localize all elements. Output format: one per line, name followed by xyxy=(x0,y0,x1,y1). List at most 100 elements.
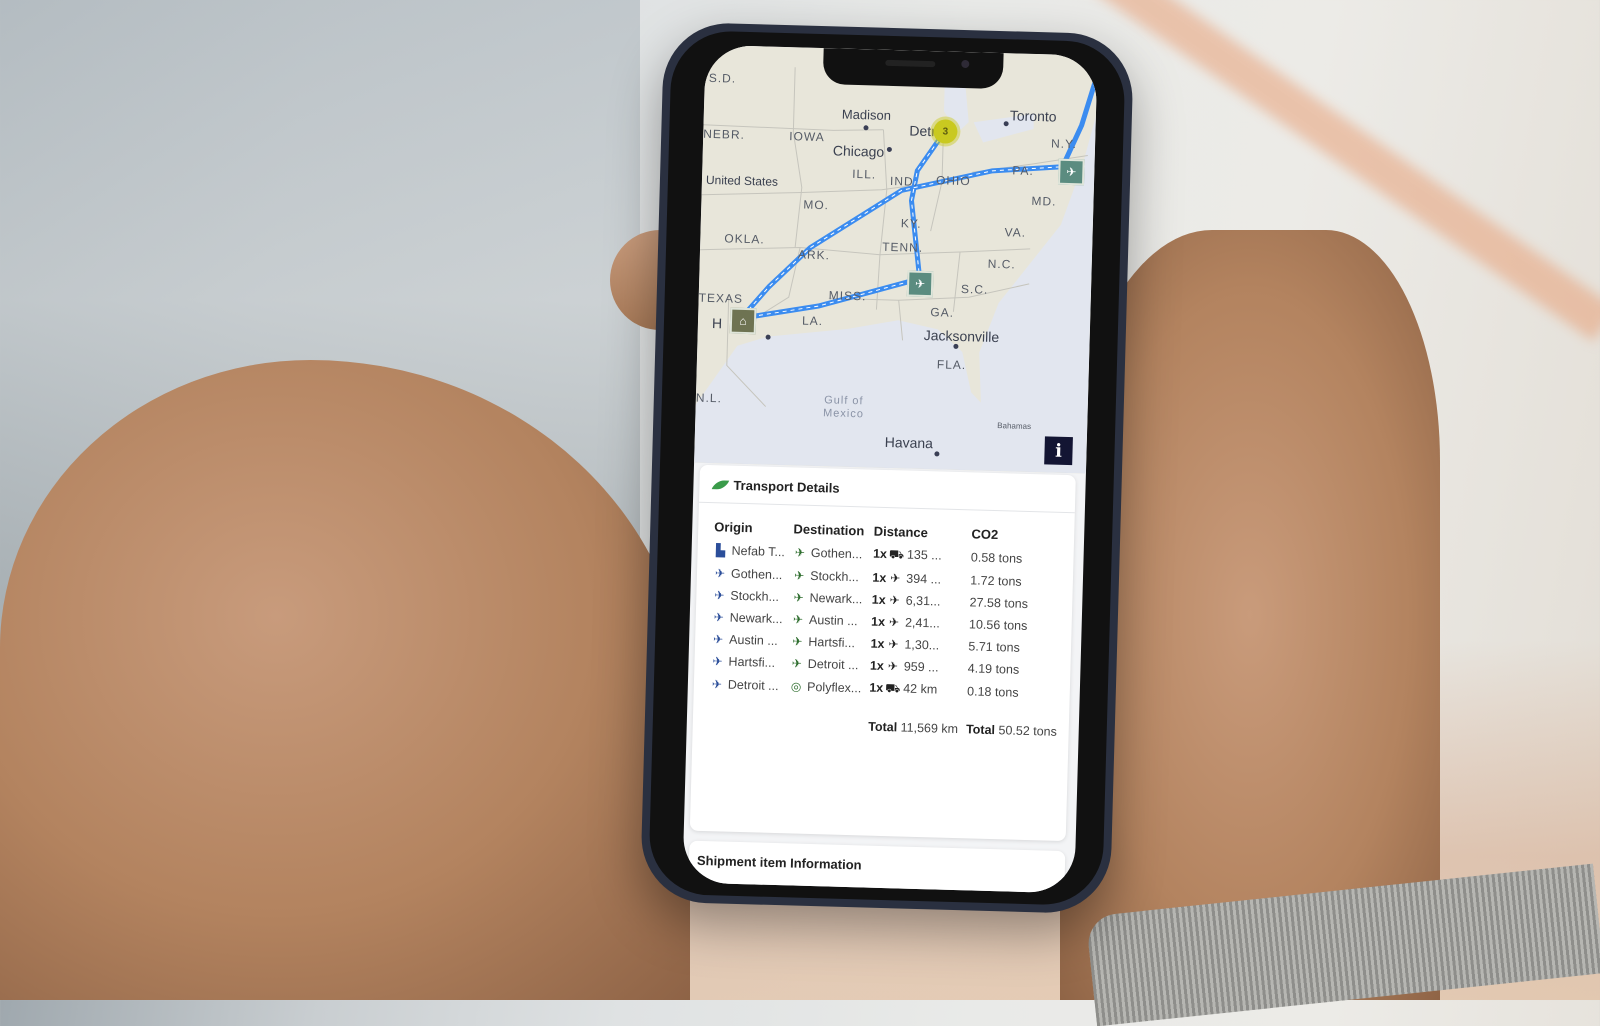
map-label-toronto: Toronto xyxy=(1009,107,1057,125)
distance-cell: 1x ⛟ 42 km xyxy=(865,676,964,703)
co2-cell: 5.71 tons xyxy=(968,639,1021,655)
route-map[interactable]: S.D. NEBR. IOWA United States Madison Ch… xyxy=(694,44,1098,474)
notch xyxy=(822,48,1004,90)
plane-icon: ✈ xyxy=(888,615,900,630)
origin-cell: ✈ Detroit ... xyxy=(706,672,786,698)
plane-icon: ✈ xyxy=(711,677,723,692)
map-label-ga: GA. xyxy=(930,305,955,320)
destination-name: Newark... xyxy=(809,590,863,607)
co2-cell: 0.58 tons xyxy=(970,550,1023,566)
map-label-ky: KY. xyxy=(900,216,922,231)
destination-name: Austin ... xyxy=(808,612,858,629)
map-label-va: VA. xyxy=(1004,225,1027,240)
map-label-pa: PA. xyxy=(1012,163,1034,178)
map-label-ark: ARK. xyxy=(797,247,831,263)
factory-icon: ▙ xyxy=(715,543,726,558)
map-dot-houston xyxy=(765,334,771,340)
destination-cell: ✈ Gothen... xyxy=(789,540,870,566)
distance-value: 42 km xyxy=(903,681,938,697)
map-label-chicago: Chicago xyxy=(832,142,885,160)
distance-value: 135 ... xyxy=(906,547,942,563)
plane-departure-icon: ✈ xyxy=(712,632,724,647)
airport-marker-atlanta[interactable]: ✈ xyxy=(906,270,934,298)
map-label-ny: N.Y. xyxy=(1050,136,1078,152)
quantity: 1x xyxy=(869,680,884,695)
distance-cell: 1x ✈ 1,30... xyxy=(866,633,964,658)
plane-departure-icon: ✈ xyxy=(714,588,725,603)
plane-arrival-icon: ✈ xyxy=(792,612,804,627)
origin-cell: ▙ Nefab T... xyxy=(709,538,789,564)
destination-cell: ✈ Stockh... xyxy=(788,564,869,588)
origin-name: Detroit ... xyxy=(727,677,779,694)
map-label-nl: N.L. xyxy=(695,390,723,406)
plane-icon: ✈ xyxy=(887,659,899,674)
co2-cell: 0.18 tons xyxy=(966,684,1019,700)
origin-cell: ✈ Stockh... xyxy=(708,584,788,608)
plane-arrival-icon: ✈ xyxy=(791,656,803,671)
quantity: 1x xyxy=(869,658,885,673)
co2-cell: 1.72 tons xyxy=(970,573,1022,589)
transport-table: Origin Destination Distance CO2 ▙ Nefab T… xyxy=(704,513,1066,745)
destination-cell: ✈ Austin ... xyxy=(787,608,868,632)
plane-departure-icon: ✈ xyxy=(712,654,723,669)
plane-icon: ✈ xyxy=(914,276,926,291)
plane-icon: ✈ xyxy=(888,637,899,652)
quantity: 1x xyxy=(870,614,886,630)
map-label-ohio: OHIO xyxy=(935,173,971,189)
info-icon: i xyxy=(1054,440,1063,462)
map-label-houston: H xyxy=(711,315,723,332)
origin-name: Austin ... xyxy=(728,632,778,649)
destination-name: Polyflex... xyxy=(806,679,862,696)
map-label-gulf: Gulf of Mexico xyxy=(822,394,865,421)
map-label-madison: Madison xyxy=(841,106,892,123)
map-label-ill: ILL. xyxy=(852,166,877,182)
map-label-iowa: IOWA xyxy=(789,129,825,145)
plane-arrival-icon: ✈ xyxy=(794,568,805,583)
transport-details-title: Transport Details xyxy=(733,477,840,496)
map-label-la: LA. xyxy=(801,313,824,329)
distance-value: 1,30... xyxy=(904,637,940,653)
destination-cell: ✈ Hartsfi... xyxy=(786,630,867,654)
map-label-tenn: TENN. xyxy=(881,239,924,255)
origin-name: Gothen... xyxy=(730,566,783,583)
camera xyxy=(961,59,970,69)
map-label-united-states: United States xyxy=(705,172,779,189)
total-distance-value: 11,569 km xyxy=(900,720,959,737)
map-label-miss: MISS. xyxy=(828,288,867,304)
map-label-ind: IND. xyxy=(889,173,919,189)
plane-departure-icon: ✈ xyxy=(714,566,726,581)
total-distance: Total 11,569 km xyxy=(868,719,959,737)
plane-arrival-icon: ✈ xyxy=(792,634,803,649)
map-label-fla: FLA. xyxy=(936,357,967,373)
quantity: 1x xyxy=(871,592,886,608)
map-label-nebr: NEBR. xyxy=(703,126,746,142)
plane-departure-icon: ✈ xyxy=(713,610,724,625)
origin-name: Stockh... xyxy=(730,588,780,605)
destination-name: Hartsfi... xyxy=(808,634,856,651)
destination-name: Gothen... xyxy=(810,545,863,562)
route-detroit-atlanta xyxy=(908,130,946,279)
origin-cell: ✈ Austin ... xyxy=(707,628,787,652)
distance-value: 959 ... xyxy=(903,659,939,675)
map-label-havana: Havana xyxy=(884,433,934,452)
destination-cell: ✈ Detroit ... xyxy=(785,652,866,676)
map-dot-havana xyxy=(934,451,940,457)
destination-cell: ◎ Polyflex... xyxy=(785,674,866,700)
distance-cell: 1x ✈ 6,31... xyxy=(867,589,965,614)
map-dot-chicago xyxy=(886,146,892,153)
map-label-jacksonville: Jacksonville xyxy=(923,326,1000,346)
factory-marker[interactable]: ⌂ xyxy=(729,307,757,335)
origin-cell: ✈ Hartsfi... xyxy=(706,650,786,674)
distance-value: 6,31... xyxy=(905,593,941,609)
destination-cell: ✈ Newark... xyxy=(787,586,868,610)
distance-cell: 1x ✈ 2,41... xyxy=(867,611,965,636)
target-icon: ◎ xyxy=(790,679,802,694)
shipment-item-title: Shipment item Information xyxy=(696,852,862,873)
map-info-button[interactable]: i xyxy=(1044,436,1073,466)
column-origin: Origin xyxy=(714,519,753,536)
map-label-sc: S.C. xyxy=(960,281,989,297)
airport-marker-newark[interactable]: ✈ xyxy=(1057,158,1085,186)
leaf-icon xyxy=(711,480,730,490)
map-label-detroit: Detr xyxy=(909,122,937,140)
origin-name: Nefab T... xyxy=(731,543,786,560)
